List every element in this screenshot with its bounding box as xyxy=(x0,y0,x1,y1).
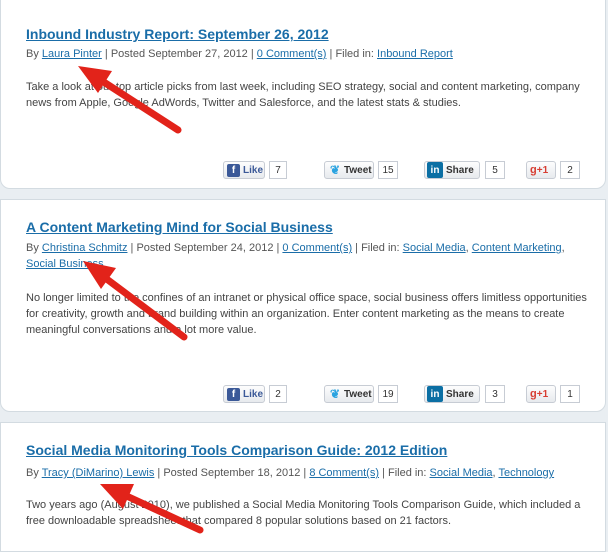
post-title[interactable]: Inbound Industry Report: September 26, 2… xyxy=(26,26,329,42)
post-excerpt: No longer limited to the confines of an … xyxy=(26,292,587,336)
author-link[interactable]: Christina Schmitz xyxy=(42,242,128,254)
tweet-button[interactable]: ❦ Tweet xyxy=(324,385,374,403)
like-count: 2 xyxy=(269,385,287,403)
linkedin-share-button[interactable]: in Share xyxy=(424,161,480,179)
like-label: Like xyxy=(243,164,264,176)
meta-filed: | Filed in: xyxy=(352,242,403,254)
tweet-count: 19 xyxy=(378,385,398,403)
post-meta: By Laura Pinter | Posted September 27, 2… xyxy=(26,46,586,62)
meta-by: By xyxy=(26,242,42,254)
facebook-icon: f xyxy=(227,163,240,177)
comments-link[interactable]: 8 Comment(s) xyxy=(309,467,379,479)
share-count: 3 xyxy=(485,385,505,403)
like-label: Like xyxy=(243,388,264,400)
author-link[interactable]: Tracy (DiMarino) Lewis xyxy=(42,467,155,479)
post-card: Inbound Industry Report: September 26, 2… xyxy=(0,0,606,189)
post-excerpt: Two years ago (August 2010), we publishe… xyxy=(26,499,581,527)
comments-link[interactable]: 0 Comment(s) xyxy=(257,48,327,60)
facebook-like-button[interactable]: f Like xyxy=(223,161,265,179)
meta-filed: | Filed in: xyxy=(326,48,378,60)
comments-link[interactable]: 0 Comment(s) xyxy=(282,242,352,254)
post-card: A Content Marketing Mind for Social Busi… xyxy=(0,199,606,412)
linkedin-icon: in xyxy=(427,386,443,402)
post-meta: By Christina Schmitz | Posted September … xyxy=(26,240,586,272)
category-link[interactable]: Social Media xyxy=(430,467,493,479)
share-bar: f Like 7 ❦ Tweet 15 in Share 5 g +1 2 xyxy=(1,161,607,181)
facebook-like-button[interactable]: f Like xyxy=(223,385,265,403)
category-link[interactable]: Technology xyxy=(498,467,554,479)
plus-label: +1 xyxy=(536,164,549,176)
google-plus-button[interactable]: g +1 xyxy=(526,385,556,403)
plus-count: 2 xyxy=(560,161,580,179)
category-separator: , xyxy=(561,242,565,254)
like-count: 7 xyxy=(269,161,287,179)
twitter-bird-icon: ❦ xyxy=(329,163,341,177)
share-label: Share xyxy=(446,388,474,400)
share-bar: f Like 2 ❦ Tweet 19 in Share 3 g +1 1 xyxy=(1,385,607,405)
tweet-label: Tweet xyxy=(344,388,372,400)
facebook-icon: f xyxy=(227,387,240,401)
tweet-button[interactable]: ❦ Tweet xyxy=(324,161,374,179)
post-title[interactable]: A Content Marketing Mind for Social Busi… xyxy=(26,219,333,235)
twitter-bird-icon: ❦ xyxy=(329,387,341,401)
linkedin-share-button[interactable]: in Share xyxy=(424,385,480,403)
author-link[interactable]: Laura Pinter xyxy=(42,48,102,60)
post-meta: By Tracy (DiMarino) Lewis | Posted Septe… xyxy=(26,465,586,481)
tweet-label: Tweet xyxy=(344,164,372,176)
google-plus-icon: g xyxy=(530,164,537,176)
google-plus-icon: g xyxy=(530,388,537,400)
category-link[interactable]: Social Business xyxy=(26,258,104,270)
category-link[interactable]: Social Media xyxy=(403,242,466,254)
google-plus-button[interactable]: g +1 xyxy=(526,161,556,179)
plus-label: +1 xyxy=(536,388,549,400)
linkedin-icon: in xyxy=(427,162,443,178)
post-excerpt: Take a look at our top article picks fro… xyxy=(26,81,580,109)
post-title[interactable]: Social Media Monitoring Tools Comparison… xyxy=(26,442,447,458)
meta-posted: | Posted September 18, 2012 | xyxy=(154,467,310,479)
share-label: Share xyxy=(446,164,474,176)
share-count: 5 xyxy=(485,161,505,179)
meta-posted: | Posted September 24, 2012 | xyxy=(127,242,283,254)
meta-by: By xyxy=(26,48,42,60)
post-card: Social Media Monitoring Tools Comparison… xyxy=(0,422,606,552)
meta-posted: | Posted September 27, 2012 | xyxy=(101,48,257,60)
category-link[interactable]: Inbound Report xyxy=(377,48,453,60)
tweet-count: 15 xyxy=(378,161,398,179)
category-link[interactable]: Content Marketing xyxy=(472,242,562,254)
meta-by: By xyxy=(26,467,42,479)
plus-count: 1 xyxy=(560,385,580,403)
meta-filed: | Filed in: xyxy=(379,467,430,479)
